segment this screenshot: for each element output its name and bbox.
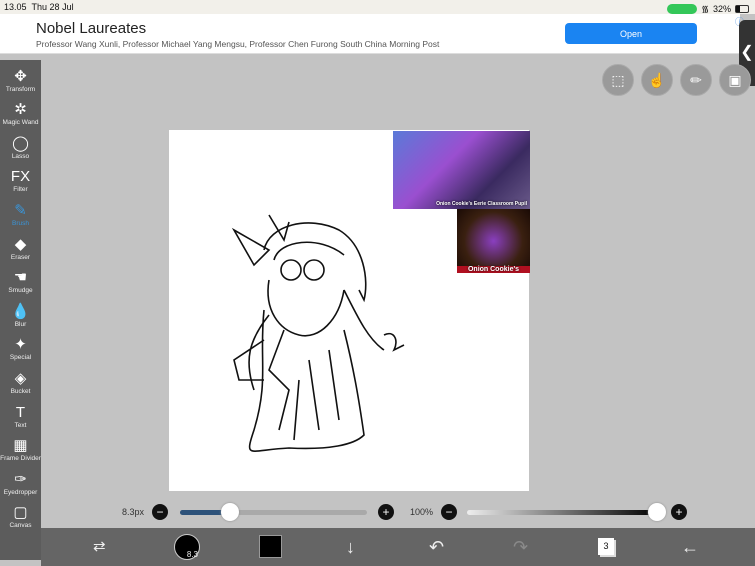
layers-button[interactable]: 3 — [598, 538, 614, 555]
redo-icon[interactable]: ↷ — [513, 536, 528, 558]
frame-divider-icon: ▦ — [13, 437, 28, 455]
tool-smudge[interactable]: ☚ Smudge — [0, 262, 41, 296]
brush-size-button[interactable]: 8.3 — [174, 534, 200, 560]
tool-magic-wand[interactable]: ✲ Magic Wand — [0, 94, 41, 128]
tool-eraser[interactable]: ◆ Eraser — [0, 228, 41, 262]
tool-label: Special — [9, 354, 32, 362]
tool-brush[interactable]: ✎ Brush — [0, 194, 41, 228]
back-arrow-icon[interactable]: ← — [681, 536, 699, 558]
bucket-icon: ◈ — [14, 369, 27, 387]
tool-label: Eyedropper — [3, 488, 38, 496]
tool-frame-divider[interactable]: ▦ Frame Divider — [0, 430, 41, 464]
reference-image-icon[interactable]: ▣ — [719, 64, 751, 96]
tool-transform[interactable]: ✥ Transform — [0, 60, 41, 94]
layers-count: 3 — [603, 541, 609, 551]
tool-text[interactable]: T Text — [0, 396, 41, 430]
selection-icon[interactable]: ⬚ — [602, 64, 634, 96]
ad-open-button[interactable]: Open — [565, 23, 697, 44]
tool-filter[interactable]: FX Filter — [0, 161, 41, 195]
magic-wand-icon: ✲ — [14, 101, 27, 119]
tool-bucket[interactable]: ◈ Bucket — [0, 362, 41, 396]
brush-icon: ✎ — [14, 201, 27, 219]
bottom-toolbar: ⇄ 8.3 ↓ ↶ ↷ 3 ← — [41, 528, 755, 566]
swap-brush-eraser-icon[interactable]: ⇄ — [93, 536, 106, 558]
hand-icon[interactable]: ☝ — [641, 64, 673, 96]
brush-size-plus-button[interactable]: + — [378, 504, 394, 520]
opacity-knob[interactable] — [648, 503, 666, 521]
text-icon: T — [15, 403, 26, 421]
opacity-minus-button[interactable]: − — [441, 504, 457, 520]
battery-percent: 32% — [712, 3, 731, 14]
eyedropper-icon: ✑ — [14, 470, 27, 488]
tool-lasso[interactable]: ◯ Lasso — [0, 127, 41, 161]
tool-label: Frame Divider — [0, 455, 41, 463]
tool-sidebar: ✥ Transform ✲ Magic Wand ◯ Lasso FX Filter ✎ Brus… — [0, 60, 41, 560]
reference-image-1[interactable]: Onion Cookie's Eerie Classroom Pupil — [393, 131, 530, 209]
tool-label: Magic Wand — [2, 119, 39, 127]
special-icon: ✦ — [14, 336, 27, 354]
tool-label: Text — [14, 421, 27, 429]
ad-banner[interactable]: Nobel Laureates Professor Wang Xunli, Pr… — [0, 14, 740, 54]
tool-eyedropper[interactable]: ✑ Eyedropper — [0, 463, 41, 497]
opacity-label: 100% — [410, 507, 434, 517]
tool-label: Transform — [5, 85, 36, 93]
eraser-icon: ◆ — [14, 235, 27, 253]
blur-icon: 💧 — [11, 302, 30, 320]
lasso-icon: ◯ — [12, 134, 29, 152]
download-arrow-icon[interactable]: ↓ — [346, 536, 355, 558]
opacity-slider[interactable] — [467, 510, 657, 515]
brush-size-badge: 8.3 — [186, 550, 198, 559]
tool-label: Blur — [14, 320, 27, 328]
tool-label: Lasso — [11, 152, 30, 160]
smudge-icon: ☚ — [13, 269, 28, 287]
filter-icon: FX — [10, 168, 31, 186]
ruler-icon[interactable]: ✏ — [680, 64, 712, 96]
tool-label: Bucket — [10, 387, 31, 395]
undo-icon[interactable]: ↶ — [429, 536, 444, 558]
status-bar: 13.05 Thu 28 Jul ᯾ 32% — [0, 0, 755, 14]
brush-size-label: 8.3px — [122, 507, 145, 517]
tool-label: Brush — [12, 219, 29, 227]
ref2-caption: Onion Cookie's — [457, 266, 530, 273]
tool-blur[interactable]: 💧 Blur — [0, 295, 41, 329]
opacity-plus-button[interactable]: + — [671, 504, 687, 520]
transform-icon: ✥ — [14, 67, 27, 85]
battery-icon — [735, 4, 749, 13]
camera-indicator — [667, 3, 698, 14]
ad-title: Nobel Laureates — [36, 20, 147, 37]
tool-label: Filter — [13, 186, 28, 194]
tool-special[interactable]: ✦ Special — [0, 329, 41, 363]
status-time: 13.05 Thu 28 Jul — [4, 2, 74, 12]
brush-size-minus-button[interactable]: − — [152, 504, 168, 520]
color-swatch[interactable] — [259, 535, 282, 558]
brush-size-knob[interactable] — [221, 503, 240, 521]
ad-subtitle: Professor Wang Xunli, Professor Michael … — [36, 39, 440, 49]
reference-image-2[interactable]: Onion Cookie's — [457, 209, 530, 273]
tool-label: Eraser — [10, 253, 31, 261]
ref1-caption: Onion Cookie's Eerie Classroom Pupil — [436, 201, 527, 207]
tool-label: Smudge — [8, 287, 33, 295]
brush-size-slider[interactable] — [180, 510, 367, 515]
